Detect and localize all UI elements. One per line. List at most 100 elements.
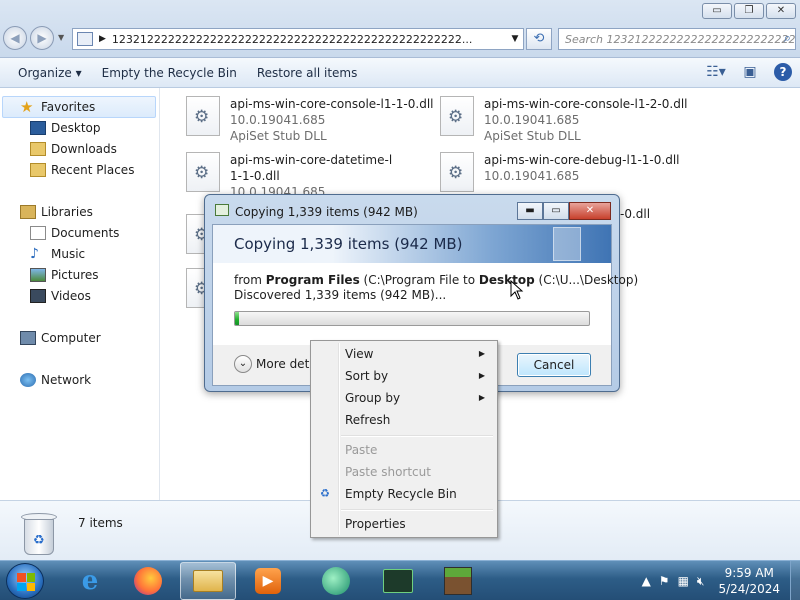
chat-app-icon[interactable] (308, 562, 364, 600)
menu-separator (341, 509, 493, 511)
refresh-button[interactable]: ⟲ (526, 28, 552, 50)
nav-favorites[interactable]: ★ Favorites (20, 98, 96, 116)
nav-libraries[interactable]: Libraries (20, 205, 93, 219)
file-name: -0.dll (620, 207, 651, 221)
minimize-button[interactable]: ▭ (702, 3, 732, 19)
from-label: from (234, 273, 262, 287)
nav-computer-label: Computer (41, 331, 101, 345)
recycle-bin-small-icon: ♻ (320, 487, 330, 500)
clock[interactable]: 9:59 AM 5/24/2024 (718, 565, 780, 597)
menu-item-label: Properties (345, 517, 406, 531)
menu-item-paste[interactable]: Paste (313, 439, 495, 461)
dialog-minimize-button[interactable]: ▬ (517, 202, 543, 220)
show-desktop-button[interactable] (790, 561, 800, 600)
nav-favorites-label: Favorites (41, 100, 96, 114)
close-button[interactable]: ✕ (766, 3, 796, 19)
file-item[interactable]: -0.dll (620, 206, 680, 222)
nav-pictures[interactable]: Pictures (30, 268, 99, 282)
menu-item-label: Empty Recycle Bin (345, 487, 457, 501)
terminal-app-icon[interactable] (370, 562, 426, 600)
file-item[interactable]: api-ms-win-core-datetime-l1-1-0.dll 10.0… (186, 152, 395, 200)
volume-muted-icon[interactable]: 🔇︎ (697, 574, 705, 589)
back-button[interactable]: ◀ (3, 26, 27, 50)
item-count: 7 items (78, 516, 123, 530)
media-player-icon[interactable]: ▶ (240, 562, 296, 600)
search-icon[interactable]: ⌕ (784, 31, 791, 46)
nav-downloads-label: Downloads (51, 142, 117, 156)
preview-pane-icon[interactable]: ▣ (740, 62, 760, 82)
copy-dialog-icon (215, 204, 229, 216)
dll-file-icon (186, 96, 220, 136)
internet-explorer-icon[interactable]: e (62, 562, 118, 600)
menu-item-paste-shortcut[interactable]: Paste shortcut (313, 461, 495, 483)
show-hidden-icons-icon[interactable]: ▲ (642, 574, 651, 588)
network-status-icon[interactable]: ▦ (678, 574, 689, 588)
dialog-close-button[interactable]: ✕ (569, 202, 611, 220)
help-icon[interactable]: ? (774, 63, 792, 81)
nav-documents-label: Documents (51, 226, 120, 240)
command-bar: Organize ▾ Empty the Recycle Bin Restore… (0, 58, 800, 88)
menu-item-properties[interactable]: Properties (313, 513, 495, 535)
nav-network[interactable]: Network (20, 373, 91, 387)
nav-music[interactable]: ♪ Music (30, 247, 85, 261)
menu-item-view[interactable]: View ▶ (313, 343, 495, 365)
dialog-heading: Copying 1,339 items (942 MB) (234, 235, 463, 253)
downloads-folder-icon (30, 142, 46, 156)
pictures-icon (30, 268, 46, 282)
source-name[interactable]: Program Files (266, 273, 360, 287)
address-dropdown-icon[interactable]: ▼ (507, 34, 523, 44)
nav-documents[interactable]: Documents (30, 226, 119, 240)
documents-icon (30, 226, 46, 240)
nav-computer[interactable]: Computer (20, 331, 101, 345)
discovered-status: Discovered 1,339 items (942 MB)... (234, 288, 447, 302)
file-item[interactable]: api-ms-win-core-console-l1-2-0.dll 10.0.… (440, 96, 694, 144)
menu-item-refresh[interactable]: Refresh (313, 409, 495, 431)
file-item[interactable]: api-ms-win-core-debug-l1-1-0.dll 10.0.19… (440, 152, 694, 192)
menu-item-label: Paste (345, 443, 378, 457)
nav-videos[interactable]: Videos (30, 289, 91, 303)
action-center-flag-icon[interactable]: ⚑ (659, 574, 670, 588)
menu-item-label: Group by (345, 391, 401, 405)
search-input[interactable]: Search 123212222222222222222222222222...… (558, 28, 796, 50)
file-item[interactable]: api-ms-win-core-console-l1-1-0.dll 10.0.… (186, 96, 440, 144)
title-bar: ▭ ❐ ✕ ◀ ▶ ▼ ▶ 12321222222222222222222222… (0, 0, 800, 58)
address-bar[interactable]: ▶ 12321222222222222222222222222222222222… (72, 28, 524, 50)
star-icon: ★ (20, 98, 34, 116)
destination-name[interactable]: Desktop (479, 273, 535, 287)
recycle-bin-icon: ♻ (20, 511, 58, 555)
empty-recycle-bin-button[interactable]: Empty the Recycle Bin (94, 66, 245, 80)
music-icon: ♪ (30, 246, 39, 262)
dialog-body: from Program Files (C:\Program File to D… (213, 263, 638, 345)
copy-source-destination: from Program Files (C:\Program File to D… (234, 273, 638, 287)
nav-downloads[interactable]: Downloads (30, 142, 117, 156)
firefox-icon[interactable] (120, 562, 176, 600)
document-graphic-icon (553, 227, 581, 261)
menu-item-group-by[interactable]: Group by ▶ (313, 387, 495, 409)
to-label: to (463, 273, 476, 287)
taskbar: e ▶ ▲ ⚑ ▦ 🔇︎ 9:59 AM 5/24/2024 (0, 560, 800, 600)
minecraft-icon[interactable] (430, 562, 486, 600)
more-details-toggle[interactable]: ⌄ More deta (234, 355, 317, 373)
cancel-button[interactable]: Cancel (517, 353, 591, 377)
menu-item-label: Sort by (345, 369, 389, 383)
windows-logo-icon (17, 573, 35, 591)
change-view-icon[interactable]: ☷▾ (706, 62, 726, 82)
menu-item-sort-by[interactable]: Sort by ▶ (313, 365, 495, 387)
nav-libraries-label: Libraries (41, 205, 93, 219)
dialog-maximize-button[interactable]: ▭ (543, 202, 569, 220)
explorer-taskbar-button[interactable] (180, 562, 236, 600)
recent-pages-chevron-icon[interactable]: ▼ (58, 33, 64, 42)
maximize-button[interactable]: ❐ (734, 3, 764, 19)
organize-button[interactable]: Organize ▾ (10, 66, 90, 80)
nav-desktop[interactable]: Desktop (30, 121, 101, 135)
breadcrumb-arrow-icon[interactable]: ▶ (99, 34, 106, 44)
menu-item-label: View (345, 347, 374, 361)
start-button[interactable] (6, 563, 44, 599)
menu-separator (341, 435, 493, 437)
nav-recent-places[interactable]: Recent Places (30, 163, 134, 177)
dialog-title: Copying 1,339 items (942 MB) (235, 205, 418, 219)
forward-button[interactable]: ▶ (30, 26, 54, 50)
menu-item-empty-recycle-bin[interactable]: ♻ Empty Recycle Bin (313, 483, 495, 505)
restore-all-items-button[interactable]: Restore all items (249, 66, 366, 80)
context-menu: View ▶ Sort by ▶ Group by ▶ Refresh Past… (310, 340, 498, 538)
